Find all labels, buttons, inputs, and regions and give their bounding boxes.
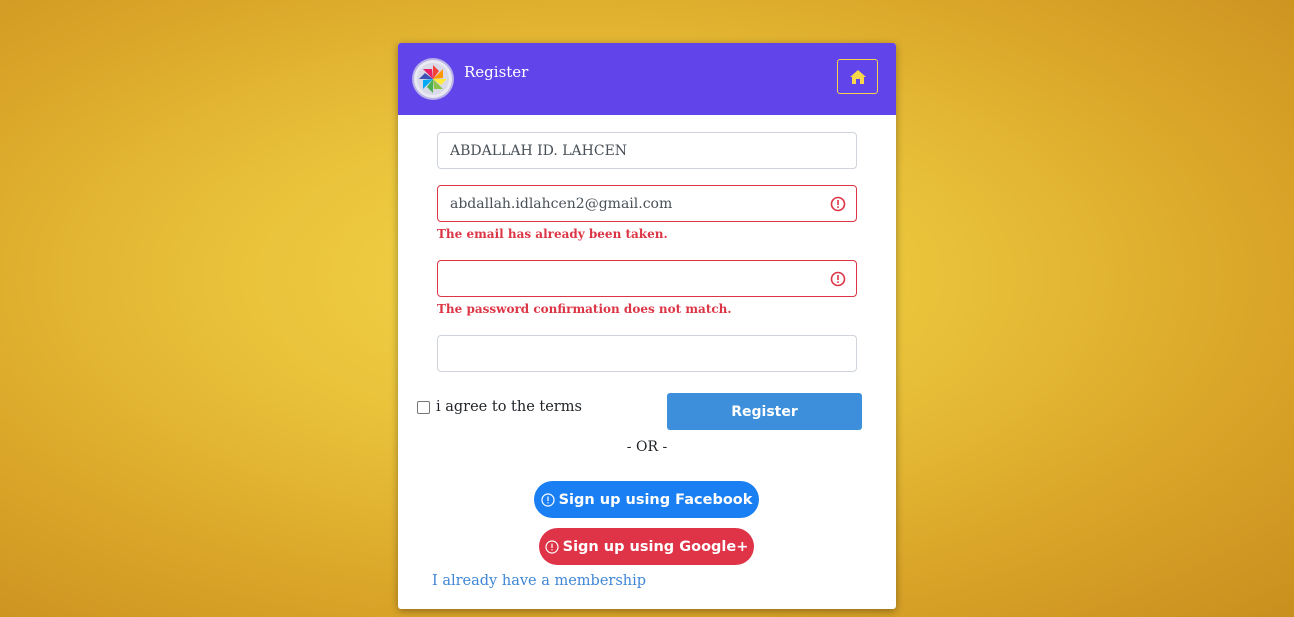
logo (414, 60, 452, 98)
google-signup-label: Sign up using Google+ (562, 538, 749, 555)
page-title: Register (464, 63, 529, 81)
error-icon (830, 196, 846, 212)
terms-checkbox[interactable] (417, 400, 430, 414)
name-field[interactable]: ABDALLAH ID. LAHCEN (437, 132, 857, 169)
home-button[interactable] (837, 59, 878, 94)
terms-label[interactable]: i agree to the terms (436, 399, 582, 415)
register-card: Register ABDALLAH ID. LAHCEN abdallah.id… (398, 43, 896, 609)
home-icon (849, 69, 866, 84)
email-field[interactable]: abdallah.idlahcen2@gmail.com (437, 185, 857, 222)
terms-checkbox-row: i agree to the terms (417, 399, 582, 415)
error-icon (830, 271, 846, 287)
membership-link[interactable]: I already have a membership (432, 573, 646, 589)
facebook-signup-label: Sign up using Facebook (558, 491, 753, 508)
email-error: The email has already been taken. (437, 227, 668, 241)
facebook-signup-button[interactable]: Sign up using Facebook (534, 481, 759, 518)
pinwheel-logo-icon (417, 63, 449, 95)
card-header: Register (398, 43, 896, 115)
google-plus-icon (545, 539, 559, 554)
confirm-password-field[interactable] (437, 335, 857, 372)
google-signup-button[interactable]: Sign up using Google+ (539, 528, 754, 565)
facebook-icon (540, 492, 555, 507)
name-field-value: ABDALLAH ID. LAHCEN (450, 142, 628, 159)
password-field[interactable] (437, 260, 857, 297)
password-error: The password confirmation does not match… (437, 302, 732, 316)
email-field-value: abdallah.idlahcen2@gmail.com (450, 195, 673, 212)
register-button[interactable]: Register (667, 393, 862, 430)
or-separator: - OR - (626, 439, 668, 455)
